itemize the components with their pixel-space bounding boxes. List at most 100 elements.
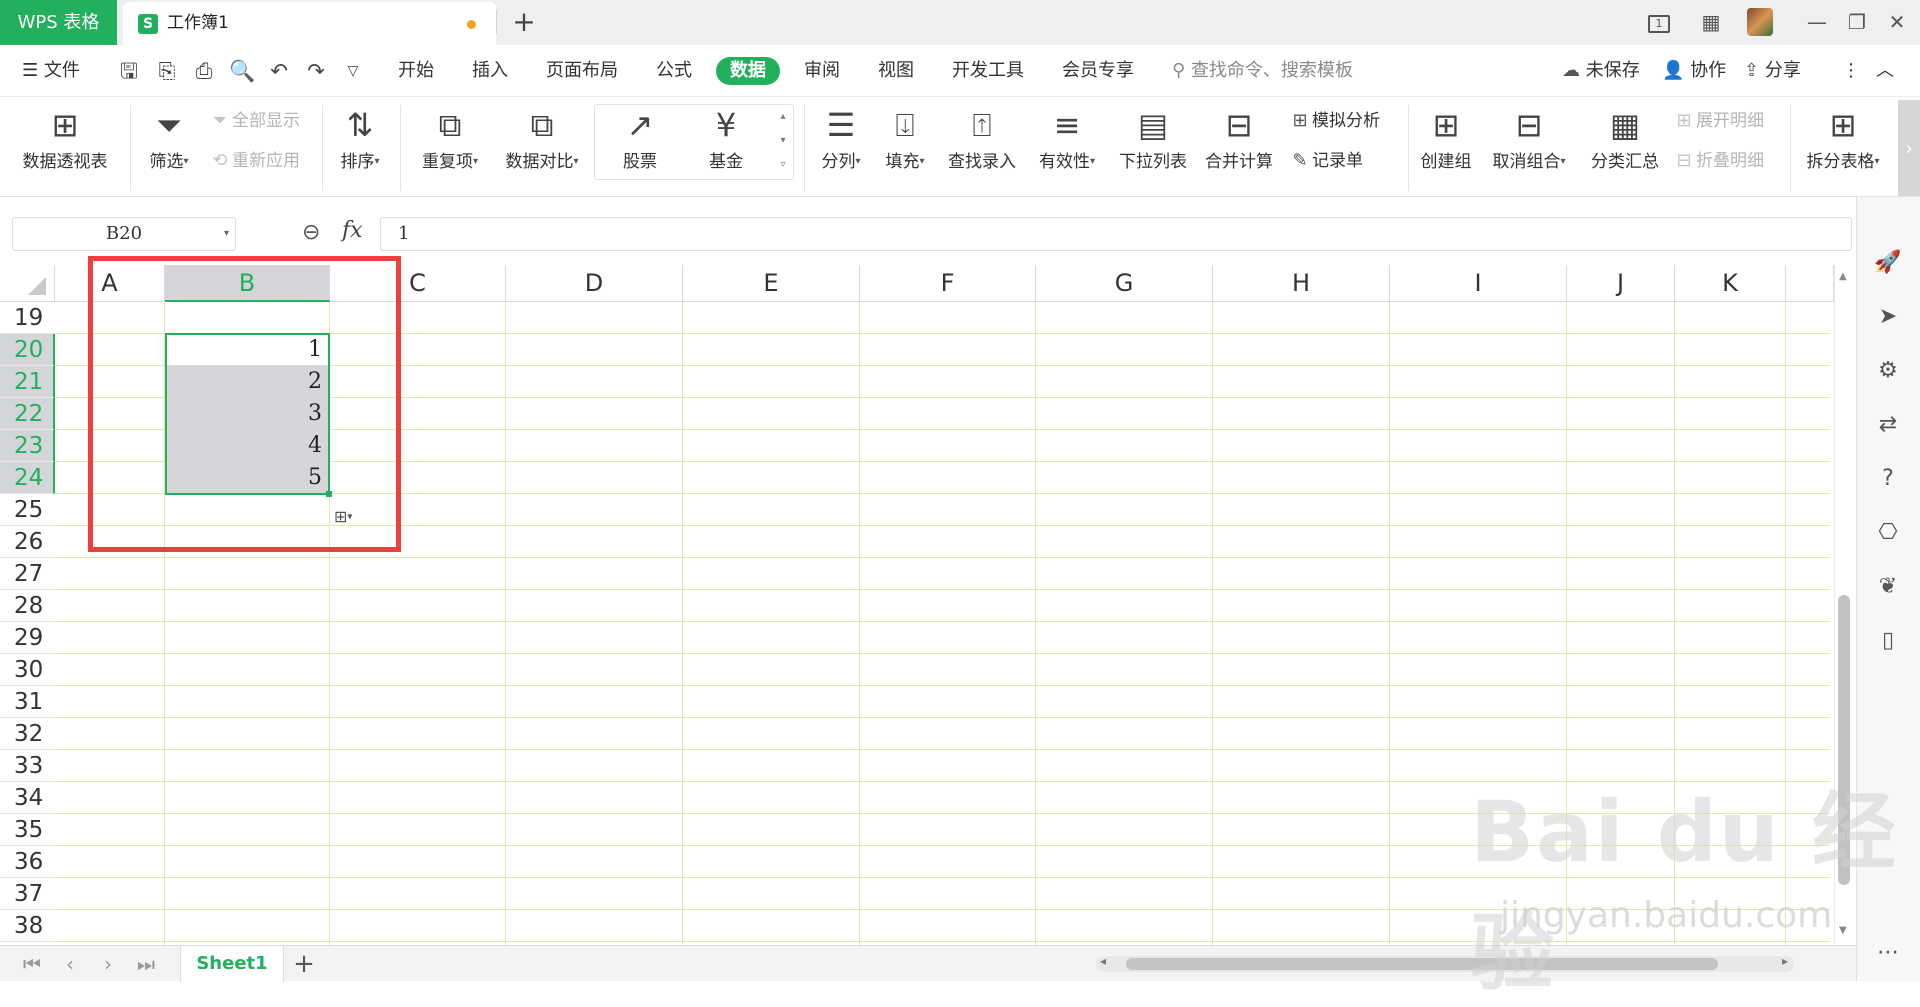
row-header-32[interactable]: 32 bbox=[0, 718, 55, 750]
customize-dropdown-icon[interactable]: ▽ bbox=[340, 59, 366, 83]
tab-formulas[interactable]: 公式 bbox=[656, 57, 692, 85]
close-button[interactable]: ✕ bbox=[1880, 8, 1914, 36]
row-header-20[interactable]: 20 bbox=[0, 334, 55, 366]
subtotal-button[interactable]: ▦ 分类汇总 bbox=[1588, 103, 1662, 177]
formula-input[interactable]: 1 bbox=[380, 217, 1852, 251]
filter-button[interactable]: ⏷ 筛选▾ bbox=[142, 103, 196, 177]
row-header-35[interactable]: 35 bbox=[0, 814, 55, 846]
collapse-detail-button[interactable]: ⊟ 折叠明细 bbox=[1672, 147, 1764, 175]
ribbon-scroll-right[interactable]: › bbox=[1898, 100, 1920, 196]
tab-data[interactable]: 数据 bbox=[716, 57, 780, 85]
transform-icon[interactable]: ⇄ bbox=[1873, 410, 1903, 440]
reapply-button[interactable]: ⟲ 重新应用 bbox=[208, 147, 300, 175]
redo-icon[interactable]: ↷ bbox=[303, 59, 329, 83]
restore-button[interactable]: ❐ bbox=[1840, 8, 1874, 36]
unsaved-status[interactable]: ☁ 未保存 bbox=[1562, 57, 1640, 85]
help-icon[interactable]: ? bbox=[1873, 464, 1903, 494]
split-table-button[interactable]: ⊞ 拆分表格▾ bbox=[1800, 103, 1886, 177]
consolidate-button[interactable]: ⊟ 合并计算 bbox=[1202, 103, 1276, 177]
tab-member[interactable]: 会员专享 bbox=[1062, 57, 1134, 85]
share-button[interactable]: ⇪ 分享 bbox=[1744, 57, 1801, 85]
app-home-tab[interactable]: WPS 表格 bbox=[0, 0, 117, 45]
sliders-icon[interactable]: ⚙ bbox=[1873, 356, 1903, 386]
show-all-button[interactable]: ⏷ 全部显示 bbox=[208, 107, 300, 135]
chevron-up-icon[interactable]: ▲ bbox=[1839, 271, 1847, 282]
record-form-button[interactable]: ✎ 记录单 bbox=[1288, 147, 1363, 175]
chevron-left-icon[interactable]: ◂ bbox=[1100, 954, 1106, 968]
chevron-down-icon[interactable]: ▾ bbox=[772, 129, 794, 153]
column-header-g[interactable]: G bbox=[1036, 265, 1213, 302]
cursor-icon[interactable]: ➤ bbox=[1873, 302, 1903, 332]
tab-developer[interactable]: 开发工具 bbox=[952, 57, 1024, 85]
undo-icon[interactable]: ↶ bbox=[266, 59, 292, 83]
row-header-37[interactable]: 37 bbox=[0, 878, 55, 910]
collapse-icon[interactable]: ︿ bbox=[1876, 57, 1894, 85]
next-sheet-icon[interactable]: › bbox=[94, 946, 122, 982]
row-header-31[interactable]: 31 bbox=[0, 686, 55, 718]
row-header-28[interactable]: 28 bbox=[0, 590, 55, 622]
preview-icon[interactable]: 🔍 bbox=[229, 59, 255, 83]
column-header-j[interactable]: J bbox=[1567, 265, 1675, 302]
data-compare-button[interactable]: ⧉ 数据对比▾ bbox=[498, 103, 586, 177]
tab-home[interactable]: 开始 bbox=[398, 57, 434, 85]
row-header-33[interactable]: 33 bbox=[0, 750, 55, 782]
name-box[interactable]: B20 ▾ bbox=[12, 217, 236, 251]
first-sheet-icon[interactable]: ⏮ bbox=[18, 946, 46, 982]
export-icon[interactable]: ⎘ bbox=[154, 59, 180, 83]
rocket-icon[interactable]: 🚀 bbox=[1873, 248, 1903, 278]
new-tab-button[interactable]: + bbox=[508, 4, 540, 40]
row-header-25[interactable]: 25 bbox=[0, 494, 55, 526]
backup-icon[interactable]: ⎔ bbox=[1873, 518, 1903, 548]
column-header-d[interactable]: D bbox=[506, 265, 683, 302]
column-header-h[interactable]: H bbox=[1213, 265, 1390, 302]
fund-button[interactable]: ¥ 基金 bbox=[694, 103, 758, 177]
row-header-19[interactable]: 19 bbox=[0, 302, 55, 334]
column-header-i[interactable]: I bbox=[1390, 265, 1567, 302]
tab-view[interactable]: 视图 bbox=[878, 57, 914, 85]
duplicates-button[interactable]: ⧉ 重复项▾ bbox=[414, 103, 486, 177]
split-column-button[interactable]: ☰ 分列▾ bbox=[814, 103, 868, 177]
sheet-tab-sheet1[interactable]: Sheet1 bbox=[180, 946, 284, 982]
tab-insert[interactable]: 插入 bbox=[472, 57, 508, 85]
book-icon[interactable]: ▯ bbox=[1873, 626, 1903, 656]
chevron-down-icon[interactable]: ▾ bbox=[224, 218, 229, 250]
tab-review[interactable]: 审阅 bbox=[804, 57, 840, 85]
zoom-icon[interactable]: ⊖ bbox=[302, 220, 320, 245]
lookup-entry-button[interactable]: ⍐ 查找录入 bbox=[944, 103, 1020, 177]
tab-page-layout[interactable]: 页面布局 bbox=[546, 57, 618, 85]
print-icon[interactable]: ⎙ bbox=[191, 59, 217, 83]
row-header-23[interactable]: 23 bbox=[0, 430, 55, 462]
row-header-29[interactable]: 29 bbox=[0, 622, 55, 654]
fill-button[interactable]: ⍗ 填充▾ bbox=[878, 103, 932, 177]
row-header-27[interactable]: 27 bbox=[0, 558, 55, 590]
avatar[interactable] bbox=[1747, 8, 1773, 36]
column-header-k[interactable]: K bbox=[1675, 265, 1786, 302]
create-group-button[interactable]: ⊞ 创建组 bbox=[1418, 103, 1474, 177]
collaborate-button[interactable]: 👤 协作 bbox=[1662, 57, 1726, 85]
add-sheet-button[interactable]: + bbox=[290, 946, 318, 982]
minimize-button[interactable]: — bbox=[1800, 8, 1834, 36]
gallery-scroll[interactable]: ▴ ▾ ▿ bbox=[772, 105, 794, 181]
expand-detail-button[interactable]: ⊞ 展开明细 bbox=[1672, 107, 1764, 135]
leaf-icon[interactable]: ❦ bbox=[1873, 572, 1903, 602]
row-header-38[interactable]: 38 bbox=[0, 910, 55, 942]
last-sheet-icon[interactable]: ⏭ bbox=[132, 946, 160, 982]
prev-sheet-icon[interactable]: ‹ bbox=[56, 946, 84, 982]
file-menu[interactable]: ☰ 文件 bbox=[22, 57, 80, 85]
stock-button[interactable]: ↗ 股票 bbox=[608, 103, 672, 177]
row-header-26[interactable]: 26 bbox=[0, 526, 55, 558]
expand-gallery-icon[interactable]: ▿ bbox=[772, 153, 794, 177]
pivot-table-button[interactable]: ⊞ 数据透视表 bbox=[18, 103, 112, 177]
sort-button[interactable]: ⇅ 排序▾ bbox=[334, 103, 386, 177]
column-header-f[interactable]: F bbox=[860, 265, 1036, 302]
validity-button[interactable]: ≡ 有效性▾ bbox=[1032, 103, 1102, 177]
ungroup-button[interactable]: ⊟ 取消组合▾ bbox=[1486, 103, 1572, 177]
more-icon[interactable]: ⋮ bbox=[1842, 57, 1860, 85]
row-header-22[interactable]: 22 bbox=[0, 398, 55, 430]
row-header-34[interactable]: 34 bbox=[0, 782, 55, 814]
row-header-36[interactable]: 36 bbox=[0, 846, 55, 878]
grid-apps-button[interactable]: ▦ bbox=[1694, 8, 1728, 36]
column-header-e[interactable]: E bbox=[683, 265, 860, 302]
save-icon[interactable]: 🖫 bbox=[116, 59, 142, 83]
what-if-button[interactable]: ⊞ 模拟分析 bbox=[1288, 107, 1380, 135]
